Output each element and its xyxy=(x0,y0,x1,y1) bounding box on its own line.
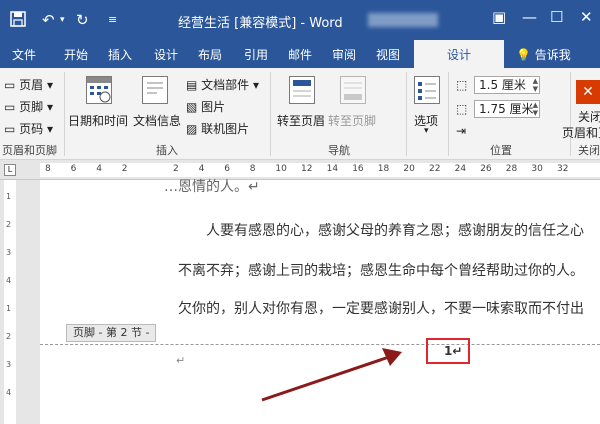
annotation-arrow-icon xyxy=(261,348,402,402)
